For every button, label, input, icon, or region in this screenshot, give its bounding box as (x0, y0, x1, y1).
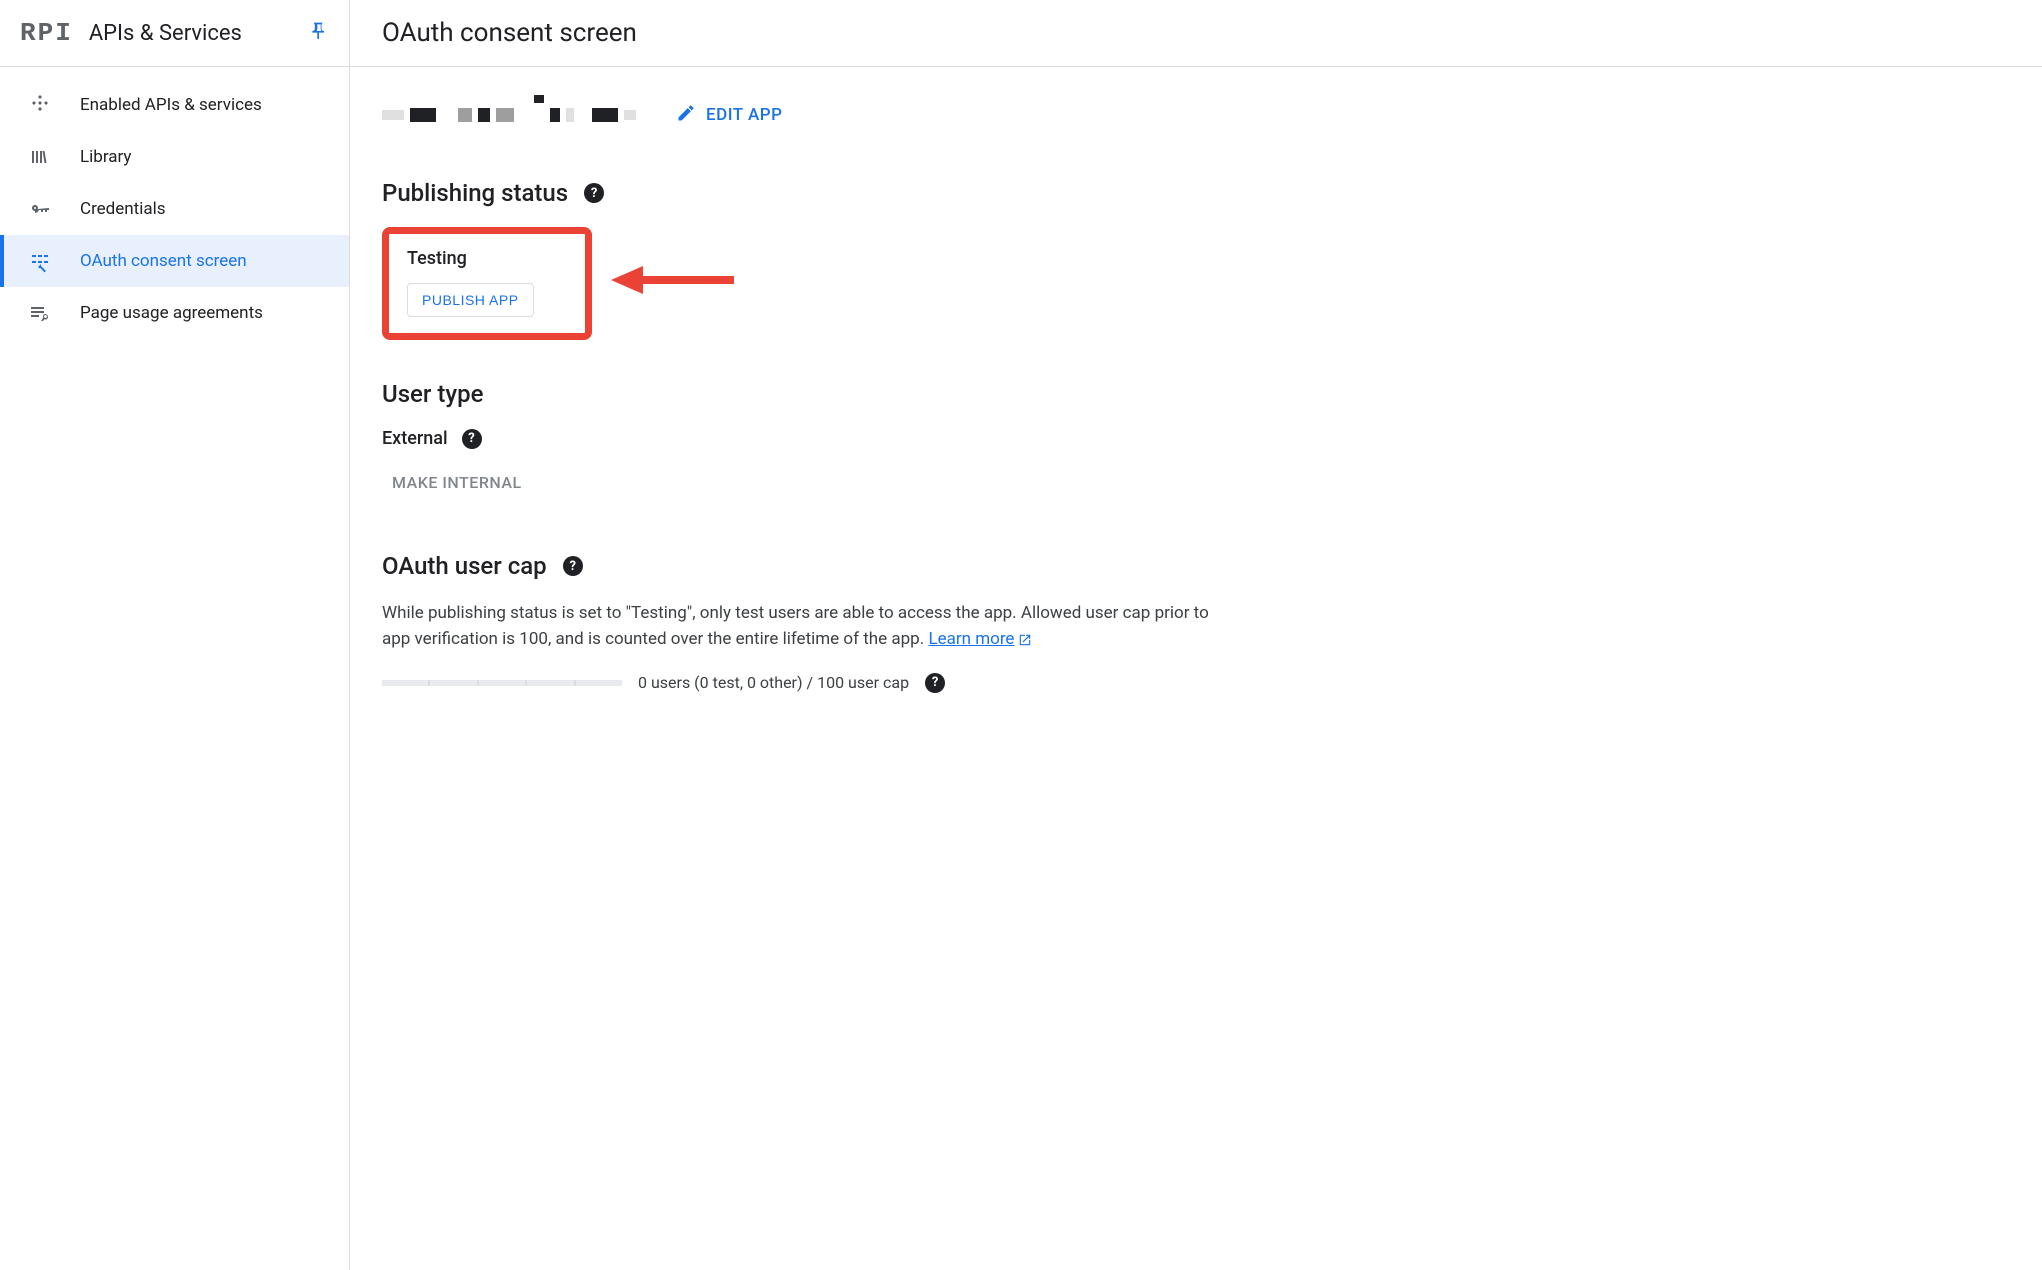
edit-app-button[interactable]: EDIT APP (676, 103, 782, 128)
usage-text: 0 users (0 test, 0 other) / 100 user cap (638, 673, 909, 692)
publishing-status-section: Publishing status ? Testing PUBLISH APP (382, 179, 1218, 340)
main-header: OAuth consent screen (350, 0, 2042, 67)
publish-app-button[interactable]: PUBLISH APP (407, 283, 534, 317)
sidebar-header: RPI APIs & Services (0, 0, 349, 67)
external-link-icon (1018, 633, 1032, 647)
make-internal-button[interactable]: MAKE INTERNAL (392, 467, 522, 498)
arrow-annotation (609, 260, 739, 304)
sidebar-item-library[interactable]: Library (0, 131, 349, 183)
user-type-heading: User type (382, 380, 1218, 408)
usage-bar (382, 680, 622, 686)
sidebar-item-label: Page usage agreements (80, 303, 263, 323)
user-type-section: User type External ? MAKE INTERNAL (382, 380, 1218, 492)
learn-more-link[interactable]: Learn more (928, 626, 1032, 652)
user-cap-heading: OAuth user cap ? (382, 552, 1218, 580)
sidebar-item-label: Credentials (80, 199, 166, 219)
agreement-icon (28, 301, 52, 325)
user-cap-description: While publishing status is set to "Testi… (382, 600, 1218, 653)
sidebar-item-label: OAuth consent screen (80, 251, 247, 271)
page-title: OAuth consent screen (382, 18, 2010, 48)
user-type-value: External ? (382, 428, 1218, 449)
sidebar-title: APIs & Services (89, 21, 293, 46)
grid-icon (28, 93, 52, 117)
user-cap-section: OAuth user cap ? While publishing status… (382, 552, 1218, 693)
edit-app-label: EDIT APP (706, 105, 782, 125)
redacted-app-name (382, 99, 652, 131)
nav-list: Enabled APIs & services Library Credenti… (0, 67, 349, 339)
app-name-row: EDIT APP (382, 99, 1218, 131)
sidebar-item-oauth-consent[interactable]: OAuth consent screen (0, 235, 349, 287)
help-icon[interactable]: ? (584, 183, 604, 203)
pin-icon[interactable] (309, 21, 329, 46)
user-cap-usage-row: 0 users (0 test, 0 other) / 100 user cap… (382, 673, 1218, 693)
publishing-heading: Publishing status ? (382, 179, 1218, 207)
help-icon[interactable]: ? (925, 673, 945, 693)
key-icon (28, 197, 52, 221)
sidebar-item-page-usage[interactable]: Page usage agreements (0, 287, 349, 339)
help-icon[interactable]: ? (462, 429, 482, 449)
api-logo: RPI (20, 18, 73, 48)
sidebar-item-label: Library (80, 147, 131, 167)
sidebar-item-enabled-apis[interactable]: Enabled APIs & services (0, 79, 349, 131)
sidebar-item-label: Enabled APIs & services (80, 95, 262, 115)
publishing-status-value: Testing (407, 248, 567, 269)
help-icon[interactable]: ? (563, 556, 583, 576)
consent-icon (28, 249, 52, 273)
publishing-highlight: Testing PUBLISH APP (382, 227, 592, 340)
sidebar: RPI APIs & Services Enabled APIs & servi… (0, 0, 350, 1270)
library-icon (28, 145, 52, 169)
sidebar-item-credentials[interactable]: Credentials (0, 183, 349, 235)
pencil-icon (676, 103, 696, 128)
main-content: OAuth consent screen (350, 0, 2042, 1270)
